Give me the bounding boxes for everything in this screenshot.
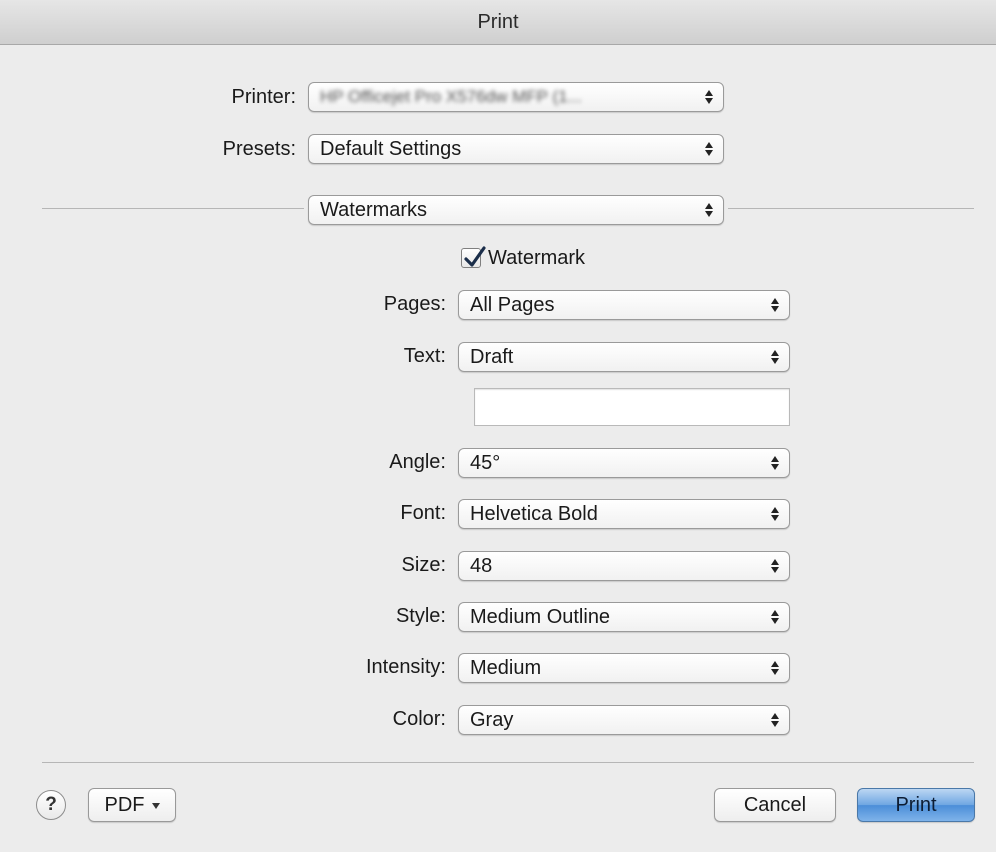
color-label: Color: [392, 708, 446, 730]
text-value: Draft [470, 346, 514, 368]
intensity-popup[interactable]: Medium [458, 653, 790, 683]
popup-arrows-icon [703, 199, 715, 221]
font-value: Helvetica Bold [470, 503, 598, 525]
color-popup[interactable]: Gray [458, 705, 790, 735]
cancel-button[interactable]: Cancel [714, 788, 836, 822]
popup-arrows-icon [769, 294, 781, 316]
popup-arrows-icon [703, 86, 715, 108]
printer-label: Printer: [231, 86, 296, 108]
angle-value: 45° [470, 452, 501, 474]
style-label: Style: [395, 605, 446, 627]
footer-divider [42, 762, 974, 763]
size-popup[interactable]: 48 [458, 551, 790, 581]
section-value: Watermarks [320, 199, 428, 221]
pdf-label: PDF [104, 794, 145, 816]
custom-text-field[interactable] [474, 388, 790, 426]
size-label: Size: [401, 554, 446, 576]
angle-label: Angle: [389, 451, 446, 473]
pdf-menu-button[interactable]: PDF [88, 788, 176, 822]
window-titlebar: Print [0, 0, 996, 45]
text-label: Text: [403, 345, 446, 367]
popup-arrows-icon [769, 346, 781, 368]
pages-label: Pages: [383, 293, 446, 315]
print-button[interactable]: Print [857, 788, 975, 822]
printer-popup[interactable]: HP Officejet Pro X576dw MFP (1... [308, 82, 724, 112]
color-value: Gray [470, 709, 514, 731]
presets-value: Default Settings [320, 138, 462, 160]
watermark-checkbox[interactable] [461, 246, 486, 268]
popup-arrows-icon [769, 452, 781, 474]
popup-arrows-icon [703, 138, 715, 160]
presets-label: Presets: [222, 138, 296, 160]
popup-arrows-icon [769, 709, 781, 731]
pages-value: All Pages [470, 294, 555, 316]
popup-arrows-icon [769, 657, 781, 679]
font-popup[interactable]: Helvetica Bold [458, 499, 790, 529]
style-value: Medium Outline [470, 606, 611, 628]
text-popup[interactable]: Draft [458, 342, 790, 372]
intensity-value: Medium [470, 657, 542, 679]
popup-arrows-icon [769, 606, 781, 628]
window-title: Print [477, 10, 519, 33]
presets-popup[interactable]: Default Settings [308, 134, 724, 164]
style-popup[interactable]: Medium Outline [458, 602, 790, 632]
size-value: 48 [470, 555, 493, 577]
section-divider-left [42, 208, 304, 209]
help-icon: ? [45, 794, 57, 815]
section-divider-right [728, 208, 974, 209]
popup-arrows-icon [769, 503, 781, 525]
angle-popup[interactable]: 45° [458, 448, 790, 478]
watermark-label: Watermark [488, 247, 586, 269]
checkmark-icon [464, 246, 486, 267]
font-label: Font: [400, 502, 446, 524]
section-popup[interactable]: Watermarks [308, 195, 724, 225]
pages-popup[interactable]: All Pages [458, 290, 790, 320]
printer-value: HP Officejet Pro X576dw MFP (1... [320, 87, 582, 106]
intensity-label: Intensity: [365, 656, 446, 678]
popup-arrows-icon [769, 555, 781, 577]
chevron-down-icon [151, 802, 160, 809]
help-button[interactable]: ? [36, 790, 66, 820]
